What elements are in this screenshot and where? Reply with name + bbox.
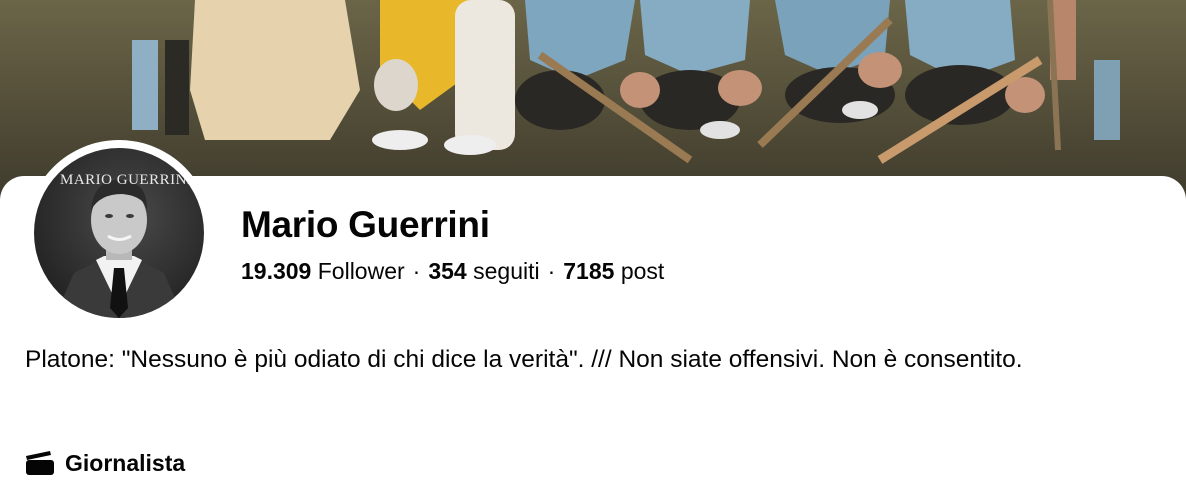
following-link[interactable]: 354 seguiti (428, 258, 539, 284)
profile-bio: Platone: "Nessuno è più odiato di chi di… (25, 346, 1023, 373)
followers-link[interactable]: 19.309 Follower (241, 258, 405, 284)
profile-name[interactable]: Mario Guerrini (241, 204, 490, 246)
category-label: Giornalista (65, 449, 186, 476)
following-label: seguiti (473, 258, 540, 284)
clapperboard-icon (26, 451, 54, 475)
posts-label: post (620, 258, 665, 284)
stats-separator: · (412, 258, 421, 284)
following-count: 354 (428, 258, 467, 284)
posts-link[interactable]: 7185 post (563, 258, 664, 284)
followers-count: 19.309 (241, 258, 312, 284)
profile-stats: 19.309 Follower · 354 seguiti · 7185 post (241, 258, 664, 285)
avatar-photo: MARIO GUERRINI (34, 148, 204, 318)
followers-label: Follower (317, 258, 405, 284)
avatar-brand-text: MARIO GUERRINI (60, 172, 193, 188)
stats-separator: · (547, 258, 556, 284)
avatar[interactable]: MARIO GUERRINI (26, 140, 212, 326)
posts-count: 7185 (563, 258, 615, 284)
profile-category: Giornalista (25, 448, 185, 478)
